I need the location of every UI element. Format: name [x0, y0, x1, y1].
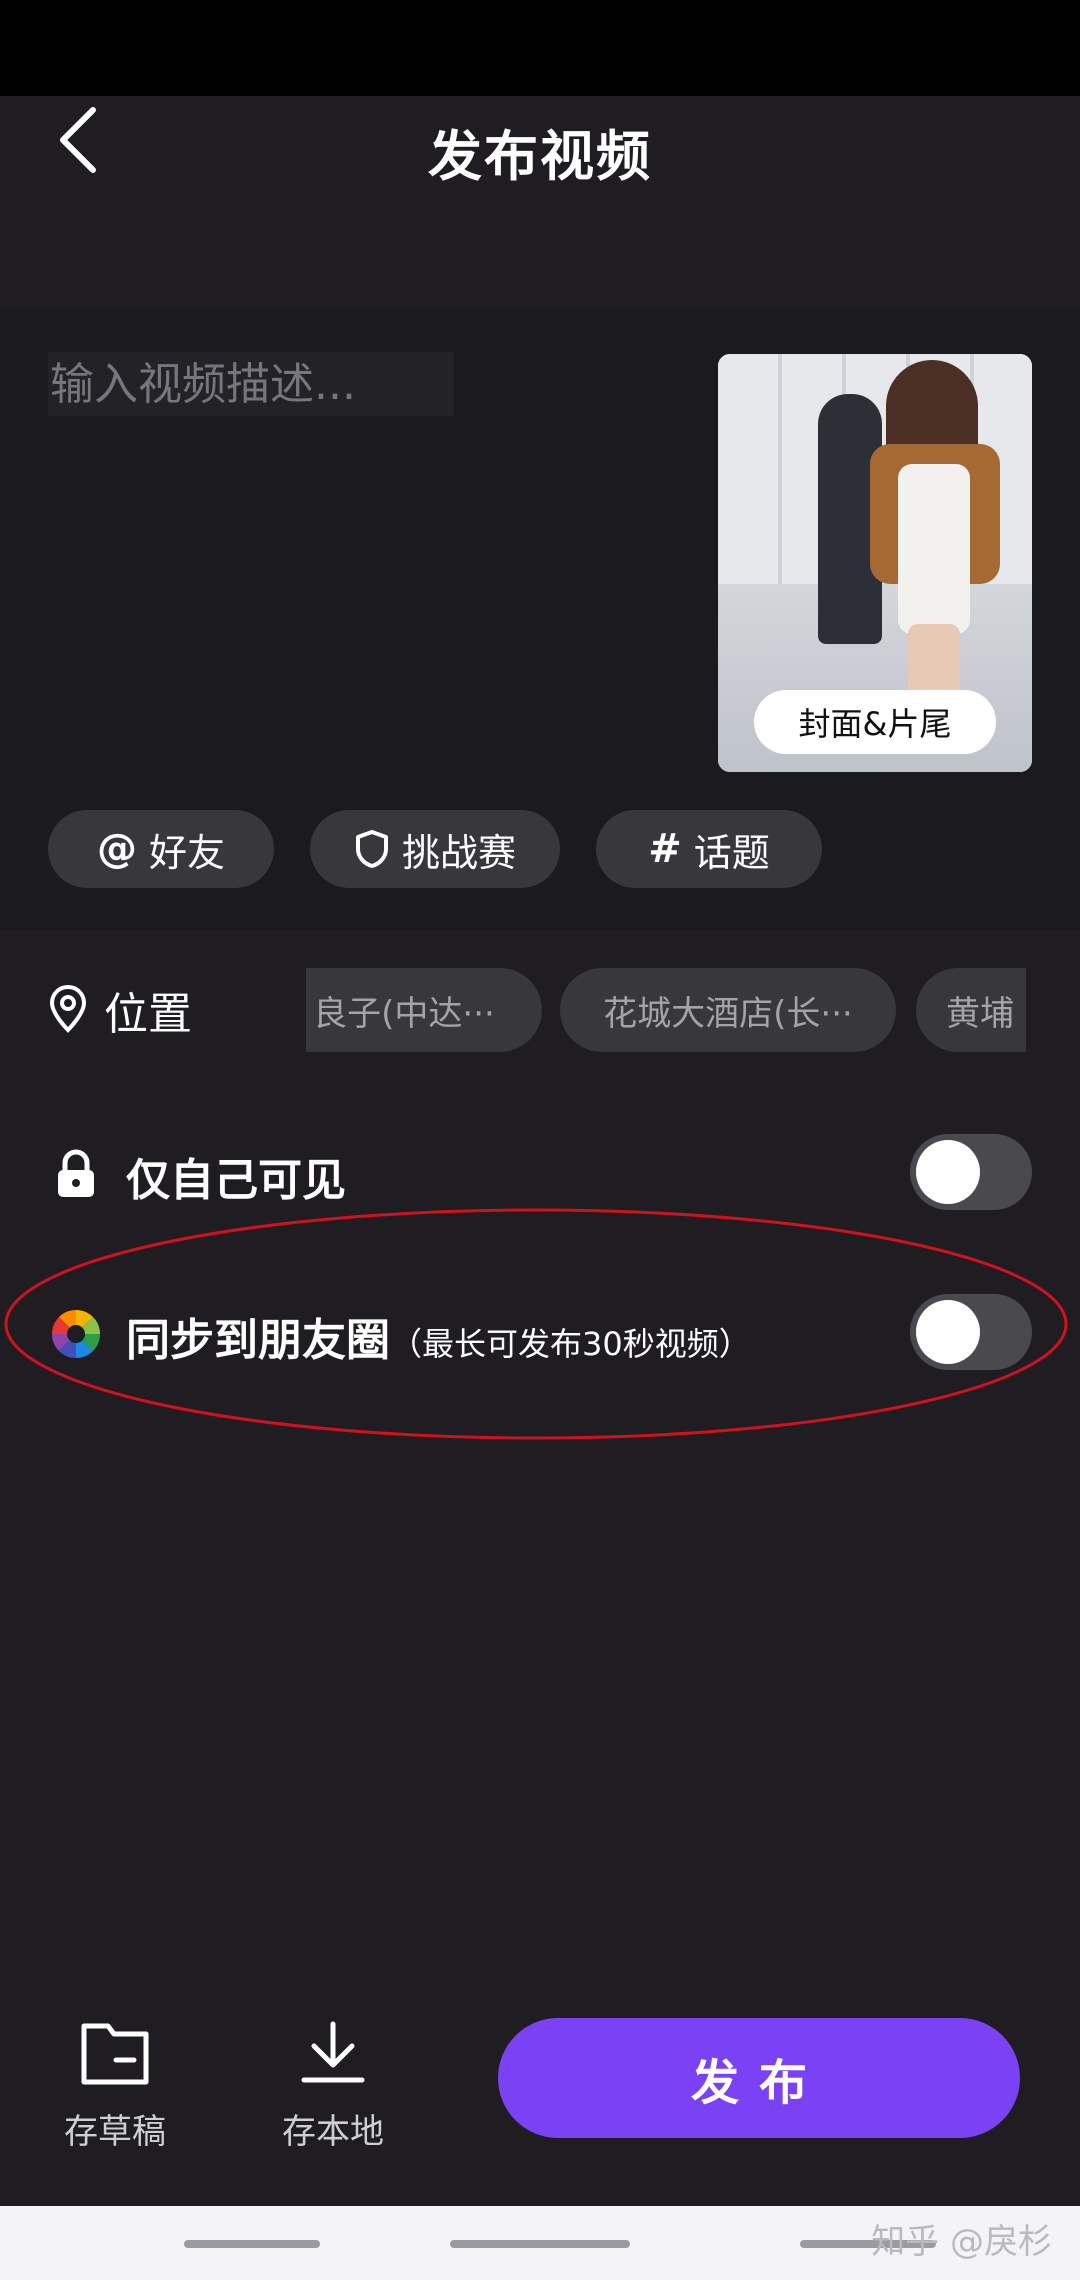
watermark: 知乎 @戾杉	[871, 2222, 1052, 2262]
cover-edit-button[interactable]: 封面&片尾	[754, 690, 996, 754]
privacy-row: 仅自己可见	[0, 1120, 1080, 1230]
nav-home-pill[interactable]	[450, 2240, 630, 2248]
wechat-moments-icon	[51, 1309, 101, 1359]
location-label: 位置	[104, 989, 192, 1040]
moments-sync-title: 同步到朋友圈	[126, 1315, 390, 1366]
location-pin-icon	[49, 984, 87, 1033]
cover-image-figure	[898, 464, 970, 634]
chip-label: 好友	[148, 830, 225, 875]
system-nav-bar: 知乎 @戾杉	[0, 2206, 1080, 2280]
page-title: 发布视频	[428, 125, 652, 188]
bottom-bar: 存草稿 存本地 发布	[0, 1980, 1080, 2206]
challenge-chip[interactable]: 挑战赛	[310, 810, 560, 888]
chip-label: 挑战赛	[401, 830, 516, 875]
status-bar	[0, 0, 1080, 96]
location-suggestions: 良子(中达··· 花城大酒店(长··· 黄埔	[306, 968, 1026, 1054]
download-icon	[301, 2021, 365, 2083]
description-input[interactable]	[48, 352, 454, 416]
save-draft-button[interactable]: 存草稿	[50, 2020, 180, 2170]
privacy-toggle[interactable]	[910, 1134, 1032, 1210]
lock-icon	[58, 1149, 94, 1197]
shield-icon	[355, 830, 388, 868]
location-suggestion-chip[interactable]: 花城大酒店(长···	[560, 968, 896, 1052]
save-draft-label: 存草稿	[64, 2112, 166, 2152]
moments-sync-row: 同步到朋友圈（最长可发布30秒视频）	[0, 1280, 1080, 1390]
privacy-label: 仅自己可见	[126, 1155, 346, 1206]
save-local-button[interactable]: 存本地	[268, 2020, 398, 2170]
nav-recents-pill[interactable]	[184, 2240, 320, 2248]
toggle-knob	[916, 1300, 980, 1364]
mention-friends-chip[interactable]: @ 好友	[48, 810, 274, 888]
publish-button[interactable]: 发布	[498, 2018, 1020, 2138]
location-suggestion-chip[interactable]: 黄埔	[916, 968, 1026, 1052]
chip-label: 话题	[693, 830, 770, 875]
cover-thumbnail[interactable]: 封面&片尾	[718, 354, 1032, 772]
hashtag-icon: #	[648, 826, 682, 872]
topic-chip[interactable]: # 话题	[596, 810, 822, 888]
toggle-knob	[916, 1140, 980, 1204]
location-row: 位置 良子(中达··· 花城大酒店(长··· 黄埔	[0, 960, 1080, 1060]
moments-sync-note: （最长可发布30秒视频）	[390, 1325, 751, 1363]
location-suggestion-chip[interactable]: 良子(中达···	[306, 968, 542, 1052]
moments-sync-toggle[interactable]	[910, 1294, 1032, 1370]
folder-icon	[81, 2023, 149, 2085]
save-local-label: 存本地	[282, 2112, 384, 2152]
at-icon: @	[96, 826, 137, 872]
moments-sync-label: 同步到朋友圈（最长可发布30秒视频）	[126, 1304, 751, 1368]
